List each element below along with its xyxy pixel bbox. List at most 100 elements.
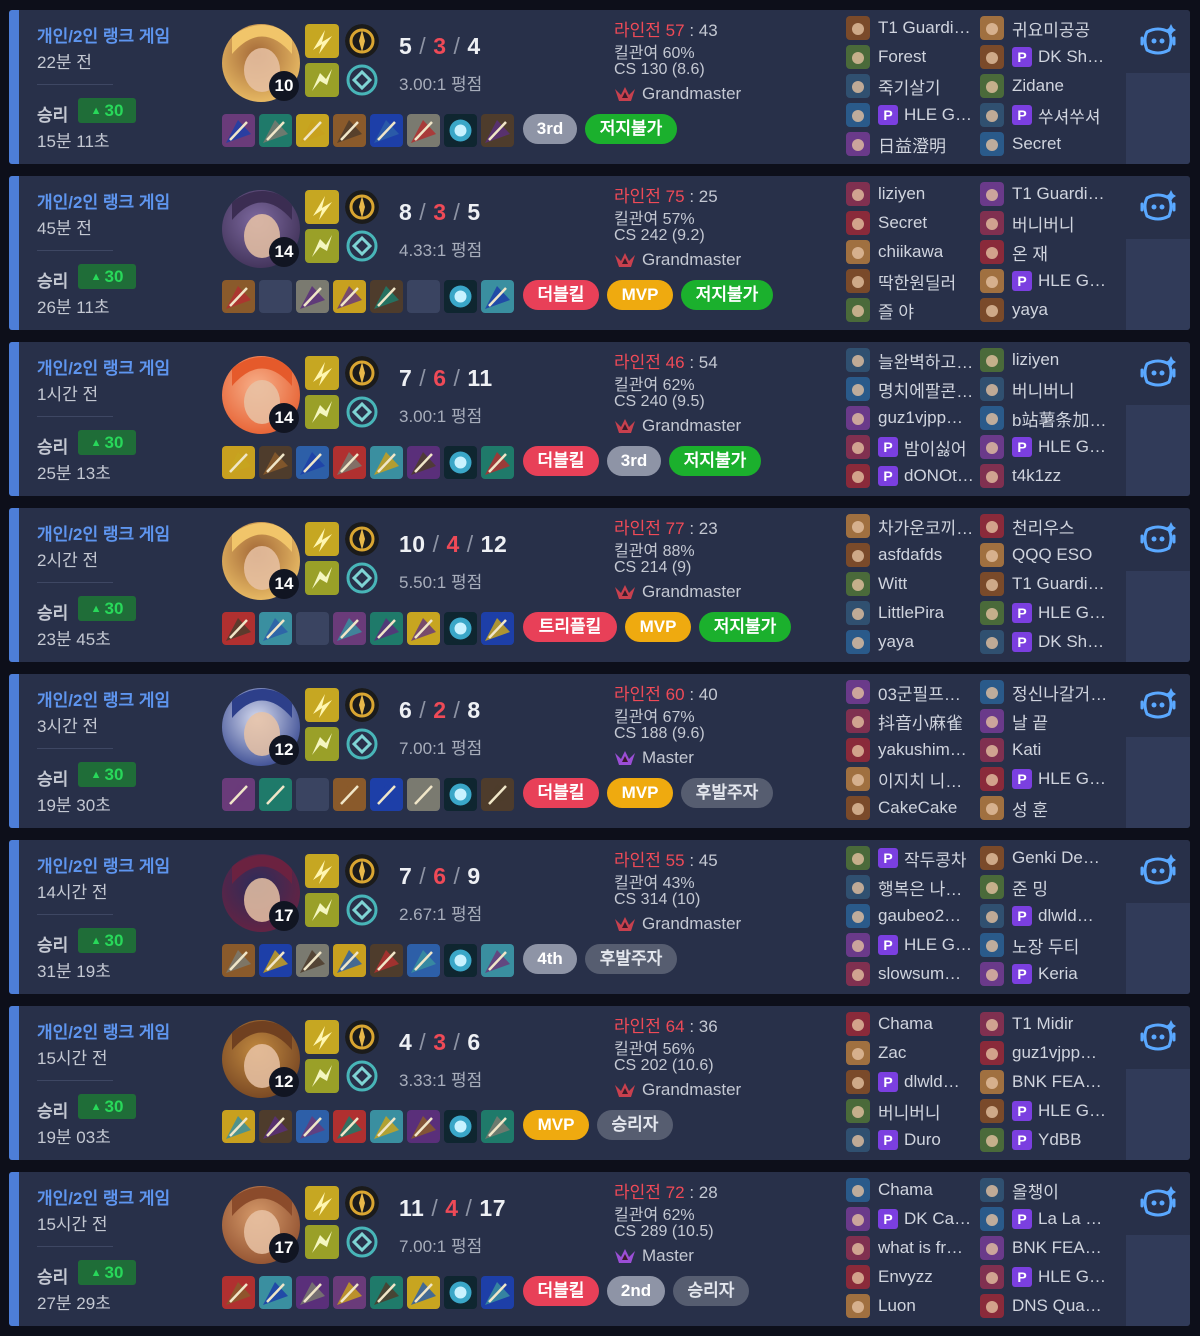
keystone-rune-icon[interactable] xyxy=(345,24,379,58)
item-icon[interactable] xyxy=(444,778,477,811)
team-player[interactable]: 날 끝 xyxy=(980,708,1116,734)
team-player[interactable]: P La La … xyxy=(980,1206,1116,1232)
team-player[interactable]: P 밤이싫어 xyxy=(846,434,982,460)
keystone-rune-icon[interactable] xyxy=(345,854,379,888)
item-icon[interactable] xyxy=(370,778,403,811)
item-icon[interactable] xyxy=(370,280,403,313)
item-icon[interactable] xyxy=(407,1276,440,1309)
team-player[interactable]: Zac xyxy=(846,1040,982,1066)
keystone-rune-icon[interactable] xyxy=(345,190,379,224)
team-player[interactable]: 귀요미공공 xyxy=(980,15,1116,41)
team-player[interactable]: P 쑤셔쑤셔 xyxy=(980,102,1116,128)
team-player[interactable]: 즐 야 xyxy=(846,297,982,323)
item-icon[interactable] xyxy=(444,612,477,645)
item-icon[interactable] xyxy=(370,114,403,147)
team-player[interactable]: liziyen xyxy=(980,347,1116,373)
item-icon[interactable] xyxy=(222,1276,255,1309)
team-player[interactable]: P YdBB xyxy=(980,1127,1116,1153)
team-player[interactable]: 준 밍 xyxy=(980,874,1116,900)
team-player[interactable]: Envyzz xyxy=(846,1264,982,1290)
item-icon[interactable] xyxy=(444,1110,477,1143)
ghost-spell-icon[interactable] xyxy=(305,1225,339,1259)
team-player[interactable]: yaya xyxy=(846,629,982,655)
team-player[interactable]: Chama xyxy=(846,1177,982,1203)
flash-spell-icon[interactable] xyxy=(305,1186,339,1220)
match-card[interactable]: 개인/2인 랭크 게임 1시간 전 승리 ▲ 30 25분 13초 14 7/6/11 3.00… xyxy=(9,342,1190,496)
team-player[interactable]: 올챙이 xyxy=(980,1177,1116,1203)
item-icon[interactable] xyxy=(481,114,514,147)
team-player[interactable]: 온 재 xyxy=(980,239,1116,265)
expand-details-button[interactable] xyxy=(1126,903,1190,994)
team-player[interactable]: 버니버니 xyxy=(980,376,1116,402)
team-player[interactable]: guz1vjpp… xyxy=(846,405,982,431)
keystone-rune-icon[interactable] xyxy=(345,1020,379,1054)
item-icon[interactable] xyxy=(222,114,255,147)
team-player[interactable]: P HLE G… xyxy=(846,102,982,128)
item-icon[interactable] xyxy=(444,280,477,313)
team-player[interactable]: 죽기살기 xyxy=(846,73,982,99)
secondary-rune-icon[interactable] xyxy=(345,561,379,595)
ghost-spell-icon[interactable] xyxy=(305,395,339,429)
ghost-spell-icon[interactable] xyxy=(305,561,339,595)
item-icon[interactable] xyxy=(370,1110,403,1143)
team-player[interactable]: 늘완벽하고… xyxy=(846,347,982,373)
item-icon[interactable] xyxy=(296,1276,329,1309)
team-player[interactable]: P DK Sh… xyxy=(980,629,1116,655)
item-icon[interactable] xyxy=(259,114,292,147)
item-icon[interactable] xyxy=(222,778,255,811)
expand-details-button[interactable] xyxy=(1126,239,1190,330)
team-player[interactable]: liziyen xyxy=(846,181,982,207)
team-player[interactable]: P Duro xyxy=(846,1127,982,1153)
item-icon[interactable] xyxy=(481,1110,514,1143)
item-icon[interactable] xyxy=(407,1110,440,1143)
team-player[interactable]: 천리우스 xyxy=(980,513,1116,539)
team-player[interactable]: P DK Ca… xyxy=(846,1206,982,1232)
item-icon[interactable] xyxy=(370,612,403,645)
team-player[interactable]: Secret xyxy=(980,131,1116,157)
item-icon[interactable] xyxy=(259,446,292,479)
team-player[interactable]: 차가운코끼… xyxy=(846,513,982,539)
item-icon[interactable] xyxy=(333,944,366,977)
item-icon[interactable] xyxy=(296,280,329,313)
team-player[interactable]: P 작두콩차 xyxy=(846,845,982,871)
item-icon[interactable] xyxy=(222,280,255,313)
team-player[interactable]: b站薯条加… xyxy=(980,405,1116,431)
team-player[interactable]: T1 Guardi… xyxy=(846,15,982,41)
secondary-rune-icon[interactable] xyxy=(345,395,379,429)
team-player[interactable]: CakeCake xyxy=(846,795,982,821)
match-card[interactable]: 개인/2인 랭크 게임 45분 전 승리 ▲ 30 26분 11초 14 8/3/5 4.33:… xyxy=(9,176,1190,330)
item-icon[interactable] xyxy=(370,944,403,977)
team-player[interactable]: chiikawa xyxy=(846,239,982,265)
keystone-rune-icon[interactable] xyxy=(345,688,379,722)
ghost-spell-icon[interactable] xyxy=(305,229,339,263)
team-player[interactable]: 버니버니 xyxy=(980,210,1116,236)
item-icon[interactable] xyxy=(333,114,366,147)
expand-details-button[interactable] xyxy=(1126,1069,1190,1160)
team-player[interactable]: Pdlwld… xyxy=(980,903,1116,929)
secondary-rune-icon[interactable] xyxy=(345,1059,379,1093)
ai-analysis-button[interactable] xyxy=(1126,342,1190,405)
ai-analysis-button[interactable] xyxy=(1126,508,1190,571)
keystone-rune-icon[interactable] xyxy=(345,522,379,556)
item-icon[interactable] xyxy=(481,778,514,811)
team-player[interactable]: P Keria xyxy=(980,961,1116,987)
item-icon[interactable] xyxy=(259,1276,292,1309)
secondary-rune-icon[interactable] xyxy=(345,727,379,761)
item-icon[interactable] xyxy=(333,612,366,645)
team-player[interactable]: P HLE G… xyxy=(980,268,1116,294)
team-player[interactable]: 버니버니 xyxy=(846,1098,982,1124)
item-icon[interactable] xyxy=(407,114,440,147)
expand-details-button[interactable] xyxy=(1126,73,1190,164)
team-player[interactable]: P HLE G… xyxy=(980,600,1116,626)
team-player[interactable]: Zidane xyxy=(980,73,1116,99)
team-player[interactable]: 日益澄明 xyxy=(846,131,982,157)
team-player[interactable]: P HLE G… xyxy=(980,1098,1116,1124)
team-player[interactable]: asfdafds xyxy=(846,542,982,568)
item-icon[interactable] xyxy=(333,280,366,313)
item-icon[interactable] xyxy=(259,612,292,645)
team-player[interactable]: 정신나갈거… xyxy=(980,679,1116,705)
item-icon[interactable] xyxy=(222,944,255,977)
keystone-rune-icon[interactable] xyxy=(345,356,379,390)
item-icon[interactable] xyxy=(222,612,255,645)
match-card[interactable]: 개인/2인 랭크 게임 3시간 전 승리 ▲ 30 19분 30초 12 6/2/8 7.00:… xyxy=(9,674,1190,828)
